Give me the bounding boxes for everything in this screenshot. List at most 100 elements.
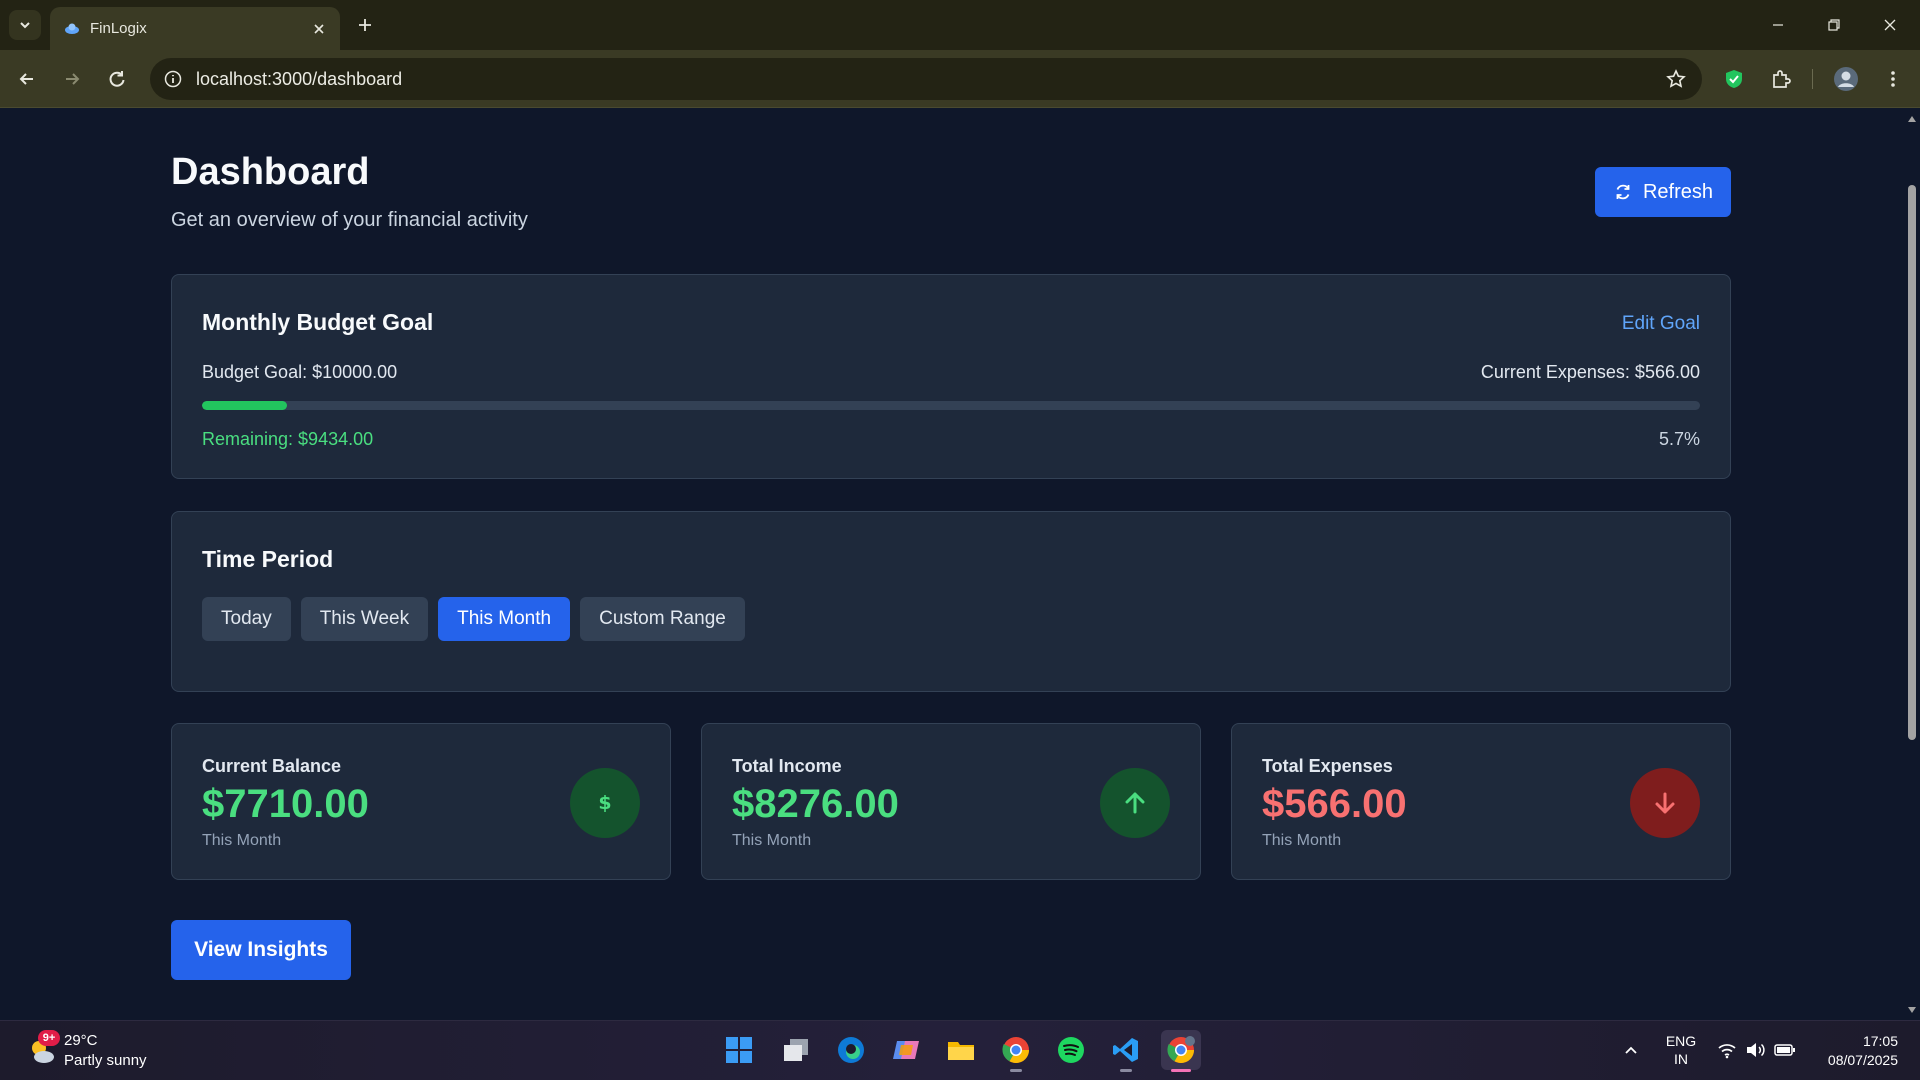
close-window-button[interactable] [1870,10,1910,40]
extensions-button[interactable] [1765,63,1797,95]
file-explorer-icon [948,1042,974,1060]
task-view-icon [784,1039,808,1061]
weather-description: Partly sunny [64,1052,147,1069]
weather-notification-badge: 9+ [38,1030,60,1046]
chevron-up-icon [1625,1046,1637,1054]
tab-search-button[interactable] [9,10,41,40]
stat-period: This Month [202,832,282,849]
stat-label: Total Expenses [1262,756,1393,776]
chrome-active-app[interactable] [1161,1030,1201,1072]
url-text: localhost:3000/dashboard [196,69,403,89]
start-button[interactable] [719,1030,759,1070]
clock-time: 17:05 [1862,1033,1898,1049]
arrow-down-icon [1630,768,1700,838]
toolbar-separator [1812,69,1813,89]
current-expenses-text: Current Expenses: $566.00 [1480,362,1700,382]
file-explorer-app[interactable] [941,1030,981,1070]
restore-icon [1828,19,1840,31]
budget-heading: Monthly Budget Goal [202,309,434,335]
task-view-button[interactable] [776,1030,816,1070]
vscode-app[interactable] [1106,1030,1146,1072]
plus-icon [359,19,371,31]
browser-menu-button[interactable] [1877,63,1909,95]
current-balance-card: Current Balance $7710.00 This Month $ [171,723,671,880]
page-subtitle: Get an overview of your financial activi… [171,209,528,231]
more-vertical-icon [1891,71,1895,87]
close-icon [1884,19,1896,31]
bookmark-star-icon[interactable] [1664,67,1688,91]
view-insights-button[interactable]: View Insights [171,920,351,980]
budget-progress-bar [202,401,1700,410]
volume-icon[interactable] [1744,1039,1766,1061]
language-code: ENG [1665,1033,1697,1049]
stat-period: This Month [732,832,812,849]
spotify-app[interactable] [1051,1030,1091,1070]
stat-value: $8276.00 [732,782,899,826]
show-hidden-icons-button[interactable] [1618,1038,1644,1064]
avatar-icon [1834,67,1858,91]
period-custom-range-button[interactable]: Custom Range [580,597,745,641]
forward-button[interactable] [56,63,88,95]
chrome-active-icon [1167,1036,1195,1064]
period-today-button[interactable]: Today [202,597,291,641]
address-bar[interactable]: localhost:3000/dashboard [150,58,1702,100]
scroll-up-icon[interactable] [1907,114,1917,124]
browser-tab-bar: FinLogix [0,0,1920,50]
chrome-app[interactable] [996,1030,1036,1072]
system-clock[interactable]: 17:05 08/07/2025 [1808,1032,1898,1070]
back-button[interactable] [11,63,43,95]
copilot-app[interactable] [886,1030,926,1070]
reload-button[interactable] [101,63,133,95]
new-tab-button[interactable] [352,12,378,38]
period-this-month-button[interactable]: This Month [438,597,571,641]
running-indicator [1120,1069,1132,1072]
edit-goal-link[interactable]: Edit Goal [1622,313,1700,335]
vscode-icon [1113,1038,1138,1062]
reload-icon [109,71,125,87]
time-period-heading: Time Period [202,546,334,572]
site-info-icon[interactable] [162,68,184,90]
minimize-icon [1773,24,1783,26]
minimize-button[interactable] [1758,10,1798,40]
close-icon [314,24,324,34]
running-indicator [1010,1069,1022,1072]
svg-text:$: $ [598,792,611,814]
arrow-left-icon [19,73,33,85]
stat-value: $7710.00 [202,782,369,826]
time-period-options: Today This Week This Month Custom Range [202,597,745,641]
monthly-budget-card: Monthly Budget Goal Edit Goal Budget Goa… [171,274,1731,479]
dashboard-page: Dashboard Get an overview of your financ… [0,109,1904,1020]
restore-button[interactable] [1814,10,1854,40]
stat-label: Current Balance [202,756,342,776]
page-scrollbar[interactable] [1904,109,1920,1020]
stat-label: Total Income [732,756,842,776]
shield-extension-button[interactable] [1718,63,1750,95]
refresh-button[interactable]: Refresh [1595,167,1731,217]
browser-tab[interactable]: FinLogix [50,7,340,50]
weather-widget[interactable]: 9+ 29°C Partly sunny [22,1029,202,1073]
profile-avatar[interactable] [1830,63,1862,95]
edge-app[interactable] [831,1030,871,1070]
tab-title: FinLogix [90,20,147,37]
spotify-icon [1058,1037,1084,1063]
budget-progress-fill [202,401,288,410]
wifi-icon[interactable] [1716,1039,1738,1061]
scroll-thumb[interactable] [1908,185,1916,740]
language-indicator[interactable]: ENG IN [1663,1032,1699,1068]
battery-icon[interactable] [1774,1039,1796,1061]
active-indicator [1171,1069,1191,1072]
edge-icon [838,1037,864,1063]
windows-taskbar: 9+ 29°C Partly sunny ENG IN 17:05 08/07/… [0,1020,1920,1080]
total-income-card: Total Income $8276.00 This Month [701,723,1201,880]
budget-percent: 5.7% [1658,429,1700,449]
refresh-label: Refresh [1642,180,1714,203]
page-title: Dashboard [171,151,370,193]
scroll-down-icon[interactable] [1907,1005,1917,1015]
period-this-week-button[interactable]: This Week [300,597,429,641]
tab-close-button[interactable] [308,18,330,40]
stat-value: $566.00 [1262,782,1407,826]
time-period-card: Time Period Today This Week This Month C… [171,511,1731,692]
refresh-icon [1616,184,1630,200]
clock-date: 08/07/2025 [1827,1052,1898,1068]
dollar-icon: $ [570,768,640,838]
